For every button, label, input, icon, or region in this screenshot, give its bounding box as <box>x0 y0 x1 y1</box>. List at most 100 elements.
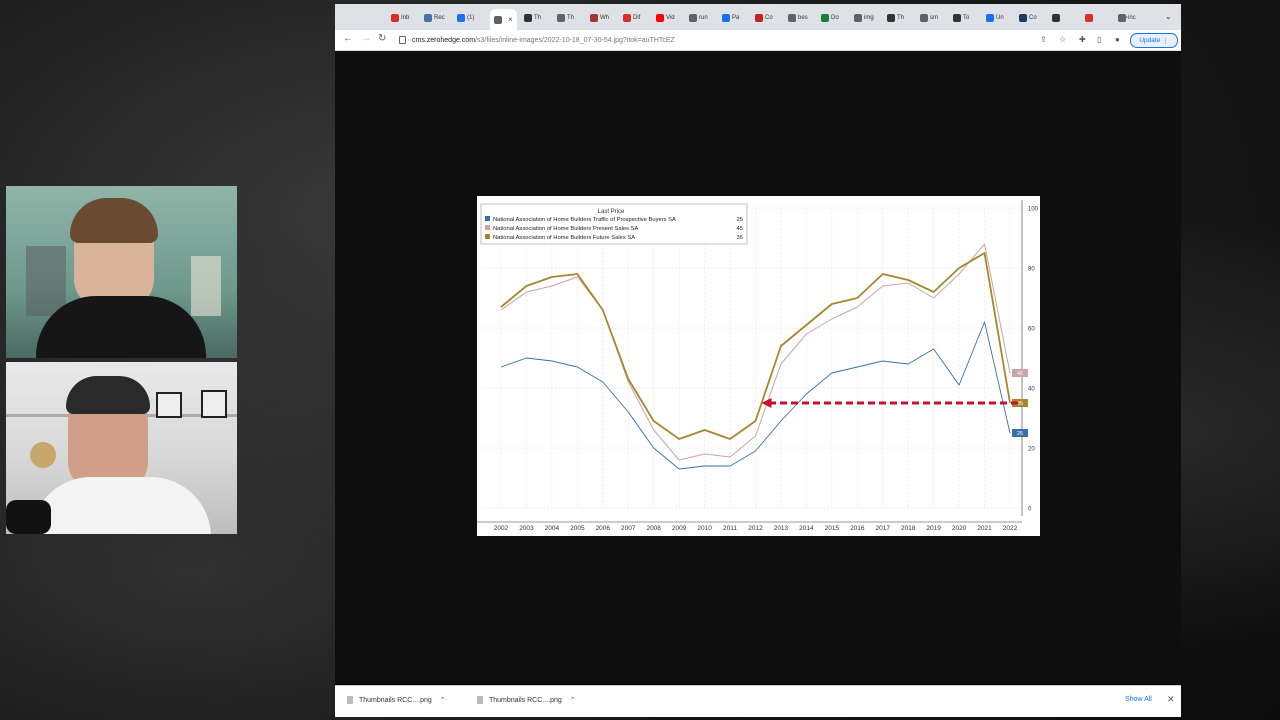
download-filename: Thumbnails RCC....png <box>359 696 432 704</box>
tab-label: Co <box>1029 15 1037 21</box>
legend-series-value: 35 <box>737 235 743 241</box>
share-icon[interactable]: ⇪ <box>1040 35 1047 44</box>
tab-3[interactable]: × <box>490 9 517 30</box>
x-tick-label: 2019 <box>926 525 941 532</box>
x-tick-label: 2018 <box>901 525 916 532</box>
tab-favicon-icon <box>656 14 664 22</box>
profile-avatar-icon[interactable]: ● <box>1115 35 1120 44</box>
legend-swatch <box>485 225 490 230</box>
last-value-label: 45 <box>1017 371 1023 377</box>
tab-22[interactable]: inc <box>1118 10 1136 26</box>
reload-button[interactable]: ↻ <box>378 33 386 44</box>
x-tick-label: 2005 <box>570 525 585 532</box>
tab-label: bes <box>798 15 808 21</box>
tab-favicon-icon <box>557 14 565 22</box>
x-tick-label: 2021 <box>977 525 992 532</box>
chevron-up-icon[interactable]: ⌃ <box>440 696 446 704</box>
url-host: cms.zerohedge.com <box>412 36 476 44</box>
tab-favicon-icon <box>920 14 928 22</box>
tab-16[interactable]: sm <box>920 10 938 26</box>
tab-label: To <box>963 15 970 21</box>
show-all-link[interactable]: Show All <box>1125 696 1152 703</box>
tab-close-icon[interactable]: × <box>508 15 513 24</box>
download-item-1[interactable]: Thumbnails RCC....png ⌃ <box>347 696 446 704</box>
url-path: /s3/files/inline-images/2022-10-18_07-30… <box>475 36 675 44</box>
x-tick-label: 2011 <box>723 525 737 532</box>
legend-series-name: National Association of Home Builders Tr… <box>493 217 676 223</box>
y-tick-label: 0 <box>1028 507 1032 513</box>
tab-favicon-icon <box>424 14 432 22</box>
address-bar[interactable]: cms.zerohedge.com/s3/files/inline-images… <box>399 33 1119 47</box>
downloads-bar: Thumbnails RCC....png ⌃ Thumbnails RCC..… <box>335 685 1181 717</box>
tab-13[interactable]: Do <box>821 10 839 26</box>
tab-label: Inb <box>401 15 410 21</box>
x-tick-label: 2009 <box>672 525 687 532</box>
tab-favicon-icon <box>391 14 399 22</box>
x-tick-label: 2016 <box>850 525 865 532</box>
tab-20[interactable] <box>1052 10 1062 26</box>
legend-series-value: 45 <box>737 226 743 232</box>
legend-series-name: National Association of Home Builders Fu… <box>493 235 635 241</box>
tab-19[interactable]: Co <box>1019 10 1037 26</box>
legend-title: Last Price <box>598 209 625 215</box>
tab-6[interactable]: Wh <box>590 10 609 26</box>
tab-12[interactable]: bes <box>788 10 808 26</box>
tab-label: img <box>864 15 874 21</box>
tab-17[interactable]: To <box>953 10 969 26</box>
y-tick-label: 100 <box>1028 207 1039 213</box>
close-icon[interactable]: ✕ <box>1167 694 1175 705</box>
tab-10[interactable]: Pa <box>722 10 739 26</box>
back-button[interactable]: ← <box>343 33 353 44</box>
x-tick-label: 2008 <box>646 525 661 532</box>
download-item-2[interactable]: Thumbnails RCC....png ⌃ <box>477 696 576 704</box>
x-tick-label: 2003 <box>519 525 534 532</box>
y-tick-label: 40 <box>1028 387 1035 393</box>
chevron-up-icon[interactable]: ⌃ <box>570 696 576 704</box>
tab-7[interactable]: Dif <box>623 10 640 26</box>
x-tick-label: 2017 <box>876 525 891 532</box>
tab-14[interactable]: img <box>854 10 874 26</box>
webcam-participant-1 <box>6 186 237 358</box>
tab-2[interactable]: (1) <box>457 10 474 26</box>
tab-label: Th <box>567 15 575 21</box>
tab-label: Co <box>765 15 773 21</box>
file-icon <box>347 696 353 704</box>
tab-21[interactable] <box>1085 10 1095 26</box>
webcam-participant-2 <box>6 362 237 534</box>
side-panel-icon[interactable]: ▯ <box>1097 35 1101 44</box>
tab-4[interactable]: Th <box>524 10 541 26</box>
x-tick-label: 2010 <box>697 525 712 532</box>
tab-5[interactable]: Th <box>557 10 574 26</box>
tab-label: Wh <box>600 15 609 21</box>
tab-favicon-icon <box>1118 14 1126 22</box>
tab-18[interactable]: Un <box>986 10 1004 26</box>
tab-favicon-icon <box>788 14 796 22</box>
browser-window: + ⌄ InbRec(1)×ThThWhDifVidrunPaCobesDoim… <box>335 4 1181 717</box>
tab-15[interactable]: Th <box>887 10 904 26</box>
tab-search-chevron-icon[interactable]: ⌄ <box>1165 12 1172 21</box>
tab-9[interactable]: run <box>689 10 708 26</box>
x-tick-label: 2022 <box>1003 525 1018 532</box>
tab-favicon-icon <box>1052 14 1060 22</box>
tab-favicon-icon <box>953 14 961 22</box>
tab-0[interactable]: Inb <box>391 10 409 26</box>
x-tick-label: 2020 <box>952 525 967 532</box>
download-filename: Thumbnails RCC....png <box>489 696 562 704</box>
bookmark-star-icon[interactable]: ☆ <box>1059 35 1066 44</box>
tab-label: Un <box>996 15 1004 21</box>
update-button[interactable]: Update ⋮ <box>1130 33 1178 48</box>
tab-11[interactable]: Co <box>755 10 773 26</box>
tab-favicon-icon <box>755 14 763 22</box>
legend-swatch <box>485 234 490 239</box>
tab-favicon-icon <box>986 14 994 22</box>
forward-button[interactable]: → <box>361 33 371 44</box>
extensions-puzzle-icon[interactable]: ✚ <box>1079 35 1086 44</box>
tab-8[interactable]: Vid <box>656 10 675 26</box>
update-label: Update <box>1139 37 1161 44</box>
nahb-chart: 0 20 40 60 80 100 2002 2003 2004 2005 2006 2007 2008… <box>477 200 1039 532</box>
tab-favicon-icon <box>1085 14 1093 22</box>
x-tick-label: 2002 <box>494 525 509 532</box>
x-tick-label: 2014 <box>799 525 814 532</box>
tab-label: Th <box>534 15 542 21</box>
tab-1[interactable]: Rec <box>424 10 445 26</box>
